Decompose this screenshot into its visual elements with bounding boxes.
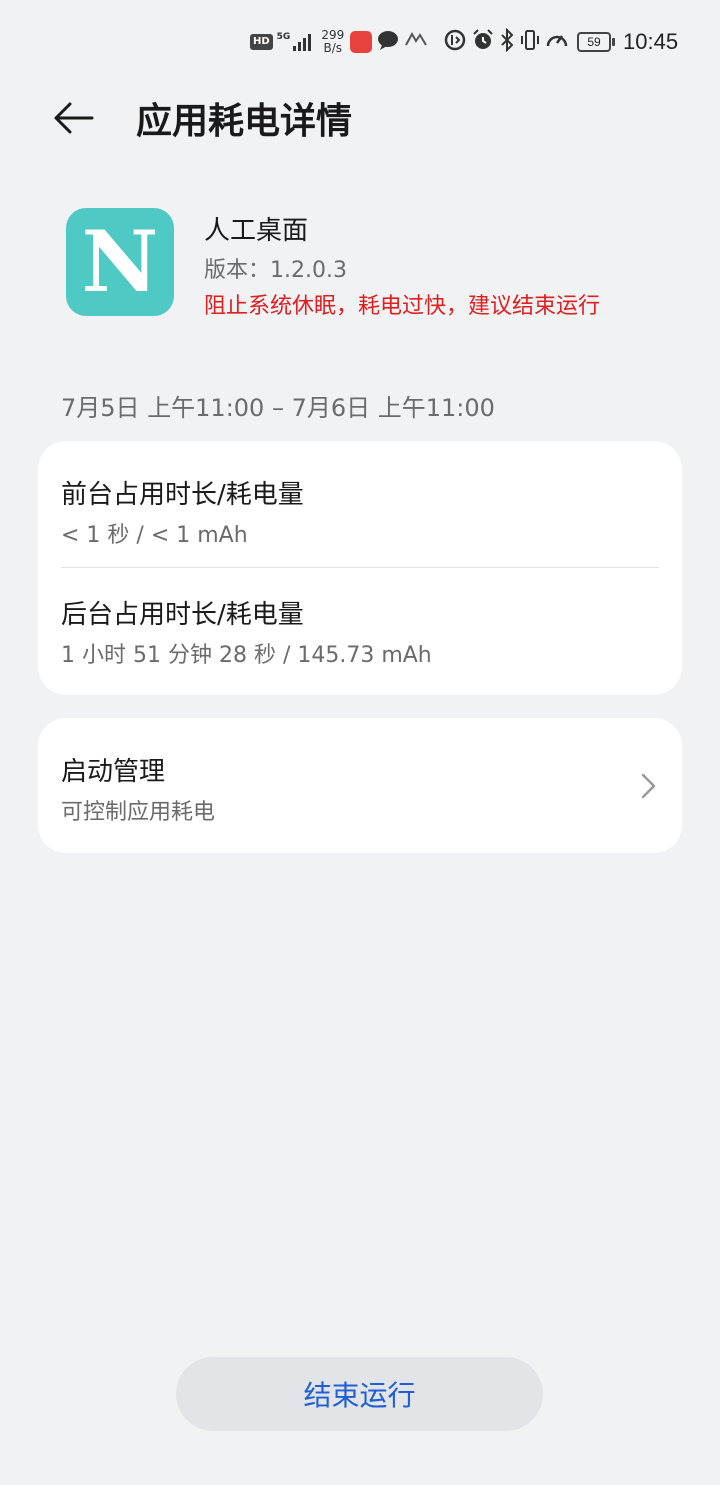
app-name: 人工桌面 <box>204 216 309 246</box>
page-title: 应用耗电详情 <box>136 101 353 142</box>
network-speed-value: 299 <box>321 28 345 42</box>
app-info-section: N 人工桌面 版本：1.2.0.3 阻止系统休眠，耗电过快，建议结束运行 <box>0 200 720 330</box>
signal-icon: 5G <box>277 32 316 52</box>
launch-management-title: 启动管理 <box>61 757 166 787</box>
status-bar: HD 5G 299 B/s 59 10:45 <box>0 0 720 84</box>
network-speed: 299 B/s <box>321 29 344 55</box>
network-speed-unit: B/s <box>323 41 343 55</box>
data-saver-icon <box>443 28 467 56</box>
page-header: 应用耗电详情 <box>0 84 720 160</box>
background-usage-value: 1 小时 51 分钟 28 秒 / 145.73 mAh <box>61 643 432 668</box>
foreground-usage-title: 前台占用时长/耗电量 <box>61 480 304 510</box>
chat-bubble-icon <box>377 30 399 54</box>
battery-icon: 59 <box>577 32 615 52</box>
alarm-icon <box>471 28 495 56</box>
date-range: 7月5日 上午11:00 – 7月6日 上午11:00 <box>61 394 495 422</box>
app-icon: N <box>66 208 174 316</box>
status-left-group: HD 5G 299 B/s <box>250 26 428 58</box>
divider <box>61 567 659 568</box>
vibrate-icon <box>519 28 541 56</box>
huawei-store-icon <box>350 31 373 53</box>
launch-management-item[interactable]: 启动管理 可控制应用耗电 <box>38 718 682 853</box>
background-usage-title: 后台占用时长/耗电量 <box>61 600 304 630</box>
foreground-usage-value: < 1 秒 / < 1 mAh <box>61 523 248 548</box>
speedometer-icon <box>545 28 569 56</box>
usage-card: 前台占用时长/耗电量 < 1 秒 / < 1 mAh 后台占用时长/耗电量 1 … <box>38 441 682 695</box>
bluetooth-icon <box>499 27 515 56</box>
app-version: 版本：1.2.0.3 <box>204 258 347 283</box>
launch-management-subtitle: 可控制应用耗电 <box>61 800 216 825</box>
power-warning: 阻止系统休眠，耗电过快，建议结束运行 <box>204 294 601 319</box>
end-running-button[interactable]: 结束运行 <box>176 1357 543 1431</box>
chevron-right-icon <box>638 772 658 800</box>
clock-time: 10:45 <box>623 29 679 54</box>
network-type: 5G <box>276 32 291 42</box>
hd-badge: HD <box>250 34 273 50</box>
app-icon-letter: N <box>81 212 159 311</box>
battery-level: 59 <box>587 35 601 49</box>
back-button[interactable] <box>52 98 112 142</box>
app-notification-icon <box>404 31 428 53</box>
arrow-left-icon <box>52 100 94 140</box>
status-right-group: 59 10:45 <box>443 26 678 58</box>
